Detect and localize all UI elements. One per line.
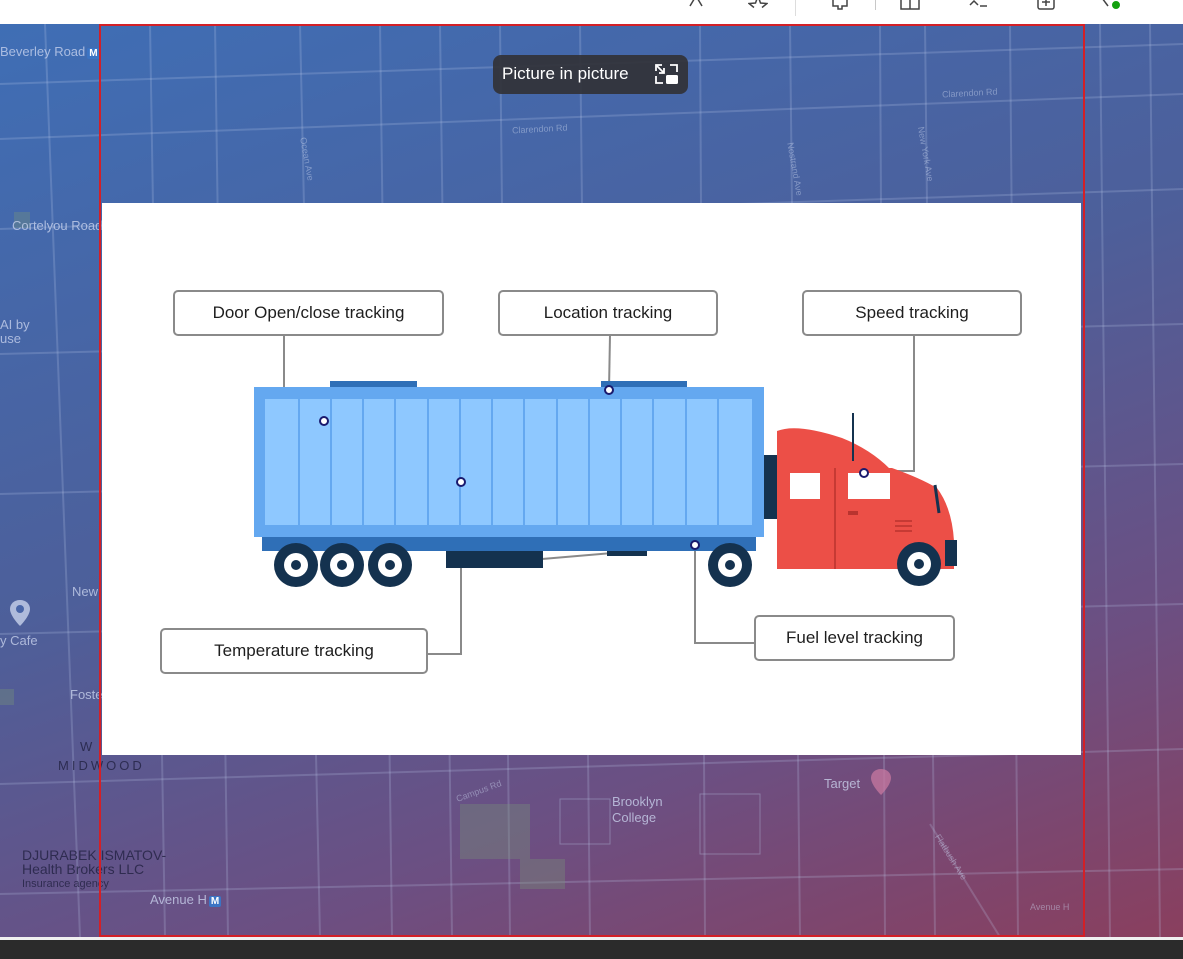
map-label-new: New [72,584,99,599]
fuel-tank [446,551,543,568]
browser-toolbar [0,0,1183,24]
callout-temperature-tracking: Temperature tracking [160,628,428,674]
map-label-insurance-type: Insurance agency [22,878,109,890]
video-content[interactable]: Door Open/close tracking Location tracki… [102,203,1081,755]
map-label-cafe: y Cafe [0,633,38,648]
trailer-inner [265,399,752,525]
extensions-icon[interactable] [830,0,850,14]
split-screen-icon[interactable] [900,0,920,14]
subway-icon: M [87,48,100,59]
toolbar-separator [875,0,876,10]
cab-windshield [848,473,890,499]
map-label-ai: AI by use [0,317,30,346]
exit-pip-button[interactable]: Picture in picture [493,55,688,94]
toolbar-divider [795,0,796,16]
read-aloud-icon[interactable] [686,0,706,14]
status-dot-icon [1111,0,1121,10]
pip-label: Picture in picture [502,64,629,83]
taskbar [0,937,1183,959]
callout-fuel-tracking: Fuel level tracking [754,615,955,661]
bumper [945,540,957,566]
cab-window [790,473,820,499]
map-label-foster: Foste [70,687,103,702]
cab-connector [764,455,778,519]
taskbar-edge [0,937,1183,940]
favorite-icon[interactable] [747,0,769,14]
callout-speed-tracking: Speed tracking [802,290,1022,336]
cab-fairing [777,428,892,471]
map-label-beverley: Beverley Road M [0,44,100,59]
exit-pip-icon [654,62,680,86]
favorites-icon[interactable] [968,0,988,14]
map-label-w: W [80,739,93,754]
callout-location-tracking: Location tracking [498,290,718,336]
map-label-cortelyou: Cortelyou Road [12,218,103,233]
callout-door-tracking: Door Open/close tracking [173,290,444,336]
collections-icon[interactable] [1035,0,1055,14]
